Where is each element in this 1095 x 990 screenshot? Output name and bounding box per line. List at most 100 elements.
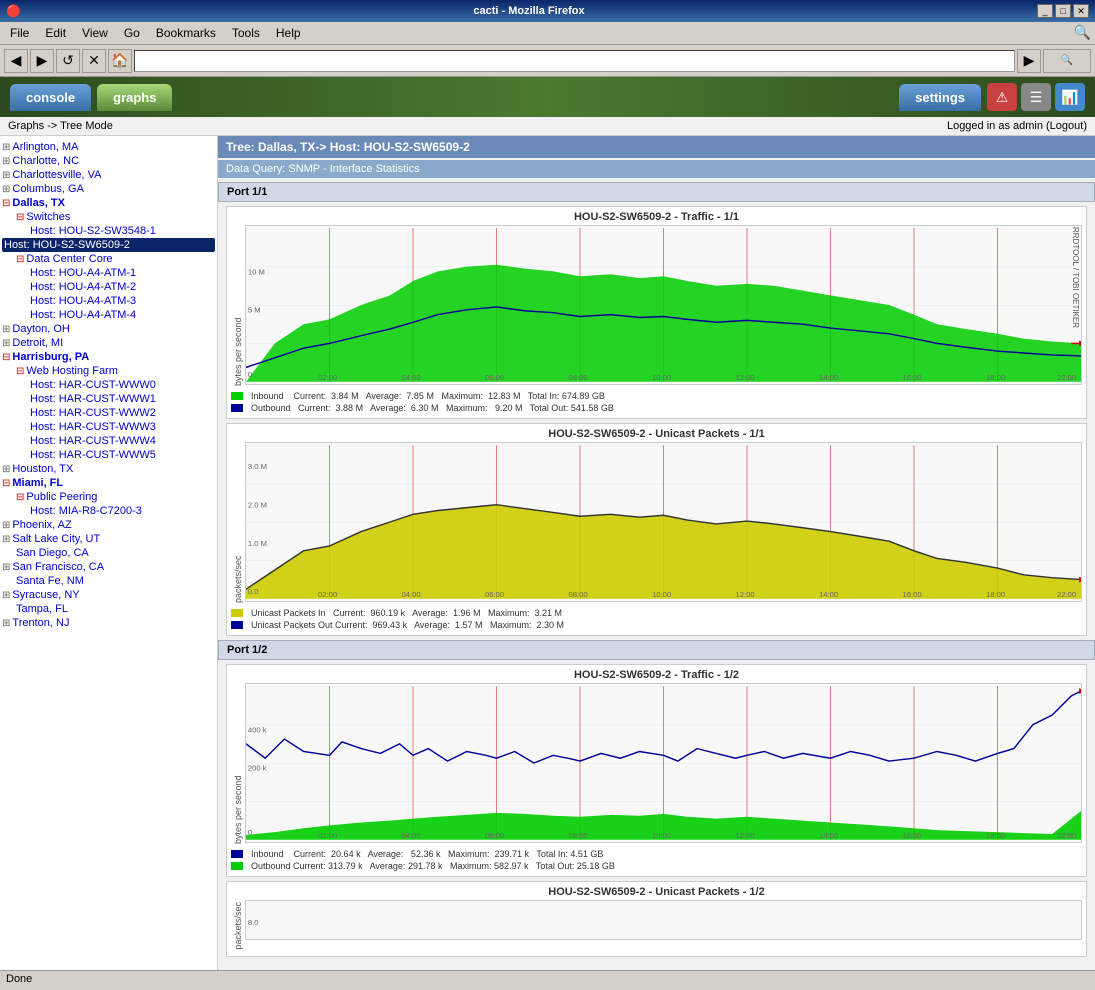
window-controls[interactable]: _ □ ✕	[1037, 4, 1089, 18]
sidebar-item-host2[interactable]: Host: HOU-S2-SW6509-2	[2, 238, 215, 252]
sidebar-item-sandiego[interactable]: San Diego, CA	[2, 546, 215, 560]
sidebar-item-columbus[interactable]: ⊞Columbus, GA	[2, 182, 215, 196]
svg-text:10:00: 10:00	[652, 590, 671, 599]
svg-text:3.0 M: 3.0 M	[248, 462, 267, 471]
sidebar-item-saltlake[interactable]: ⊞Salt Lake City, UT	[2, 532, 215, 546]
sidebar-item-phoenix[interactable]: ⊞Phoenix, AZ	[2, 518, 215, 532]
search-button[interactable]: 🔍	[1043, 49, 1091, 73]
graph-title-traffic-1-2: HOU-S2-SW6509-2 - Traffic - 1/2	[231, 669, 1082, 681]
back-button[interactable]: ◀	[4, 49, 28, 73]
chart-traffic-1-1: 10 M 5 M 0 02:00 04:00 06:00 08:00 10:00…	[245, 225, 1082, 388]
graph-title-traffic-1-1: HOU-S2-SW6509-2 - Traffic - 1/1	[231, 211, 1082, 223]
search-icon[interactable]: 🔍	[1074, 24, 1091, 42]
svg-text:06:00: 06:00	[485, 590, 504, 599]
svg-text:02:00: 02:00	[318, 590, 337, 599]
svg-text:16:00: 16:00	[902, 831, 921, 840]
chart-svg-traffic-1-1: 10 M 5 M 0 02:00 04:00 06:00 08:00 10:00…	[245, 225, 1082, 385]
graph-unicast-1-2: HOU-S2-SW6509-2 - Unicast Packets - 1/2 …	[226, 881, 1087, 957]
sidebar-item-webhosting[interactable]: ⊟Web Hosting Farm	[2, 364, 215, 378]
sidebar-item-charlotte[interactable]: ⊞Charlotte, NC	[2, 154, 215, 168]
sidebar-item-publicpeering[interactable]: ⊟Public Peering	[2, 490, 215, 504]
login-status: Logged in as admin (Logout)	[947, 120, 1087, 132]
address-go-button[interactable]: ▶	[1017, 49, 1041, 73]
legend-inbound-1-2-color	[231, 850, 243, 858]
sidebar-item-host7[interactable]: Host: HAR-CUST-WWW0	[2, 378, 215, 392]
maximize-button[interactable]: □	[1055, 4, 1071, 18]
sidebar-item-detroit[interactable]: ⊞Detroit, MI	[2, 336, 215, 350]
sidebar-item-syracuse[interactable]: ⊞Syracuse, NY	[2, 588, 215, 602]
list-icon-button[interactable]: ☰	[1021, 83, 1051, 111]
sidebar-item-houston[interactable]: ⊞Houston, TX	[2, 462, 215, 476]
sidebar-item-datacenter[interactable]: ⊟Data Center Core	[2, 252, 215, 266]
chart-unicast-1-2: 8.0	[245, 900, 1082, 940]
sidebar-item-host5[interactable]: Host: HOU-A4-ATM-3	[2, 294, 215, 308]
sidebar-item-host3[interactable]: Host: HOU-A4-ATM-1	[2, 266, 215, 280]
menu-view[interactable]: View	[76, 24, 114, 42]
sidebar-item-tampa[interactable]: Tampa, FL	[2, 602, 215, 616]
svg-text:06:00: 06:00	[485, 373, 504, 382]
svg-text:18:00: 18:00	[986, 831, 1005, 840]
menu-file[interactable]: File	[4, 24, 35, 42]
menu-bookmarks[interactable]: Bookmarks	[150, 24, 222, 42]
cacti-navbar: console graphs settings ⚠ ☰ 📊	[0, 77, 1095, 117]
legend-unicast-in-text: Unicast Packets In Current: 960.19 k Ave…	[251, 608, 562, 618]
menu-tools[interactable]: Tools	[226, 24, 266, 42]
forward-button[interactable]: ▶	[30, 49, 54, 73]
chart-traffic-1-2: 400 k 200 k 0 02:00 04:00 06:00 08:00 10…	[245, 683, 1082, 846]
yaxis-label-unicast-1-2: packets/sec	[231, 900, 245, 952]
sidebar-item-sanfrancisco[interactable]: ⊞San Francisco, CA	[2, 560, 215, 574]
legend-unicast-in-color	[231, 609, 243, 617]
sidebar-item-miami[interactable]: ⊟Miami, FL	[2, 476, 215, 490]
sidebar-item-dallas[interactable]: ⊟Dallas, TX	[2, 196, 215, 210]
svg-text:10:00: 10:00	[652, 373, 671, 382]
legend-outbound-1-2-color	[231, 862, 243, 870]
sidebar-item-host1[interactable]: Host: HOU-S2-SW3548-1	[2, 224, 215, 238]
title-bar: 🔴 cacti - Mozilla Firefox _ □ ✕	[0, 0, 1095, 22]
svg-text:400 k: 400 k	[248, 725, 267, 734]
svg-text:10:00: 10:00	[652, 831, 671, 840]
sidebar-item-host11[interactable]: Host: HAR-CUST-WWW4	[2, 434, 215, 448]
sidebar-tree: ⊞Arlington, MA ⊞Charlotte, NC ⊞Charlotte…	[0, 136, 217, 634]
home-button[interactable]: 🏠	[108, 49, 132, 73]
menu-go[interactable]: Go	[118, 24, 146, 42]
stop-button[interactable]: ✕	[82, 49, 106, 73]
console-button[interactable]: console	[10, 84, 91, 111]
sidebar-item-host8[interactable]: Host: HAR-CUST-WWW1	[2, 392, 215, 406]
breadcrumb-bar: Graphs -> Tree Mode Logged in as admin (…	[0, 117, 1095, 136]
sidebar-item-charlottesville[interactable]: ⊞Charlottesville, VA	[2, 168, 215, 182]
svg-text:22:00: 22:00	[1057, 590, 1076, 599]
graphs-button[interactable]: graphs	[97, 84, 172, 111]
address-bar[interactable]: http://web/cacti/cacti-0.8.6/graph_view.…	[134, 50, 1015, 72]
sidebar-item-switches[interactable]: ⊟Switches	[2, 210, 215, 224]
settings-button[interactable]: settings	[899, 84, 981, 111]
legend-outbound-1-2-text: Outbound Current: 313.79 k Average: 291.…	[251, 861, 615, 871]
status-bar: Done	[0, 970, 1095, 990]
svg-text:04:00: 04:00	[401, 831, 420, 840]
minimize-button[interactable]: _	[1037, 4, 1053, 18]
yaxis-label-traffic-1-2: bytes per second	[231, 683, 245, 846]
menu-help[interactable]: Help	[270, 24, 307, 42]
menu-edit[interactable]: Edit	[39, 24, 72, 42]
sidebar-item-host10[interactable]: Host: HAR-CUST-WWW3	[2, 420, 215, 434]
close-button[interactable]: ✕	[1073, 4, 1089, 18]
sidebar-item-santafe[interactable]: Santa Fe, NM	[2, 574, 215, 588]
svg-text:12:00: 12:00	[735, 590, 754, 599]
svg-text:8.0: 8.0	[248, 918, 259, 927]
alert-icon-button[interactable]: ⚠	[987, 83, 1017, 111]
reload-button[interactable]: ↺	[56, 49, 80, 73]
sidebar-item-dayton[interactable]: ⊞Dayton, OH	[2, 322, 215, 336]
svg-text:14:00: 14:00	[819, 831, 838, 840]
chart-icon-button[interactable]: 📊	[1055, 83, 1085, 111]
sidebar-item-host6[interactable]: Host: HOU-A4-ATM-4	[2, 308, 215, 322]
sidebar-item-arlington[interactable]: ⊞Arlington, MA	[2, 140, 215, 154]
sidebar-item-host12[interactable]: Host: HAR-CUST-WWW5	[2, 448, 215, 462]
svg-text:0.0: 0.0	[248, 587, 259, 596]
chart-svg-unicast-1-1: 3.0 M 2.0 M 1.0 M 0.0 02:00 04:00 06:00 …	[245, 442, 1082, 602]
sidebar-item-host13[interactable]: Host: MIA-R8-C7200-3	[2, 504, 215, 518]
sidebar-item-host4[interactable]: Host: HOU-A4-ATM-2	[2, 280, 215, 294]
sidebar-item-harrisburg[interactable]: ⊟Harrisburg, PA	[2, 350, 215, 364]
svg-text:04:00: 04:00	[401, 590, 420, 599]
svg-text:1.0 M: 1.0 M	[248, 539, 267, 548]
sidebar-item-host9[interactable]: Host: HAR-CUST-WWW2	[2, 406, 215, 420]
sidebar-item-trenton[interactable]: ⊞Trenton, NJ	[2, 616, 215, 630]
